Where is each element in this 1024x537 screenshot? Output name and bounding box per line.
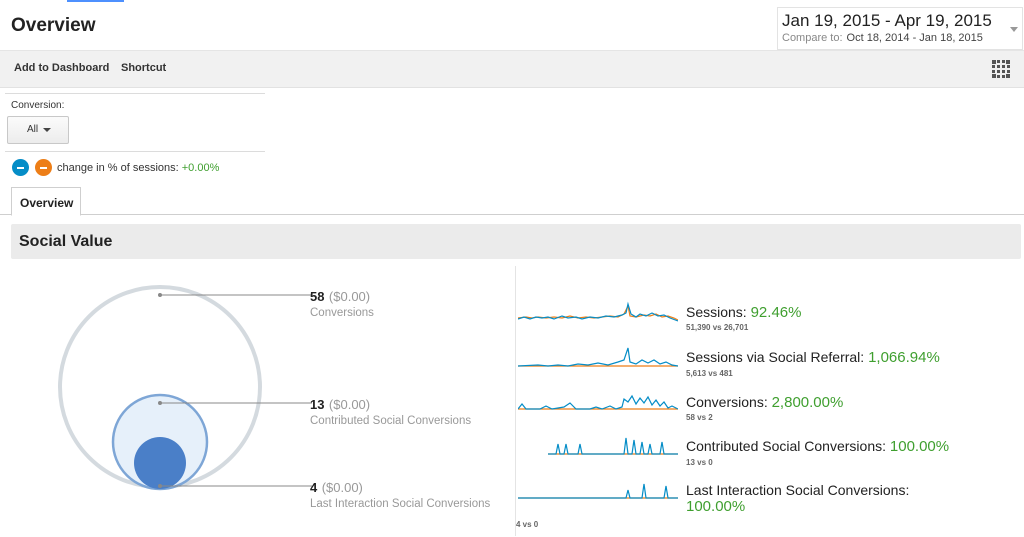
sparkline-conversions[interactable] — [518, 384, 678, 412]
sparkline-compare: 4 vs 0 — [516, 520, 539, 529]
segment-dot-compare[interactable] — [35, 159, 52, 176]
conversion-select[interactable]: All — [7, 116, 69, 144]
leader-dot — [158, 293, 162, 297]
sparkline-last-interaction[interactable] — [518, 474, 678, 502]
compare-range: Compare to: Oct 18, 2014 - Jan 18, 2015 — [782, 32, 983, 44]
sparkline-label: Sessions via Social Referral: 1,066.94% — [686, 349, 940, 366]
sparkline-pct: 92.46% — [750, 304, 802, 321]
leader-dot — [158, 401, 162, 405]
header-bar: Overview Jan 19, 2015 - Apr 19, 2015 Com… — [0, 0, 1024, 51]
compare-label: Compare to: — [782, 32, 843, 44]
conversion-filter: Conversion: All — [5, 93, 265, 152]
segment-change-text: change in % of sessions: +0.00% — [57, 162, 219, 174]
sparkline-label: Sessions: 92.46% — [686, 304, 801, 321]
tab-overview-label: Overview — [20, 196, 74, 210]
sparkline-compare: 13 vs 0 — [686, 458, 713, 467]
metric-label: Contributed Social Conversions — [310, 415, 472, 427]
metric-value: 58 — [310, 289, 325, 304]
shortcut-button[interactable]: Shortcut — [121, 62, 166, 74]
sparkline-label: Last Interaction Social Conversions: 100.… — [686, 482, 909, 515]
sparkline-pct: 1,066.94% — [868, 349, 940, 366]
metric-conversions: 58 ($0.00) Conversions — [310, 288, 374, 319]
segment-dot-primary[interactable] — [12, 159, 29, 176]
sparkline-compare: 58 vs 2 — [686, 413, 713, 422]
sparkline-name: Sessions via Social Referral: — [686, 349, 865, 365]
sparkline-pct: 100.00% — [686, 498, 746, 515]
sparkline-compare: 51,390 vs 26,701 — [686, 323, 749, 332]
sparkline-contributed[interactable] — [518, 430, 678, 458]
sparkline-name: Last Interaction Social Conversions: — [686, 482, 910, 498]
add-to-dashboard-button[interactable]: Add to Dashboard — [14, 62, 109, 74]
metric-value: 4 — [310, 480, 318, 495]
sparkline-label: Conversions: 2,800.00% — [686, 394, 843, 411]
section-title: Social Value — [19, 233, 113, 250]
metric-contributed: 13 ($0.00) Contributed Social Conversion… — [310, 396, 471, 427]
segment-change-value: +0.00% — [181, 162, 220, 174]
chevron-down-icon — [43, 128, 51, 132]
page-title: Overview — [11, 15, 96, 36]
metric-money: ($0.00) — [328, 397, 371, 412]
metric-value: 13 — [310, 397, 325, 412]
active-tab-indicator — [67, 0, 124, 2]
sparkline-compare: 5,613 vs 481 — [686, 369, 733, 378]
sparkline-name: Sessions: — [686, 304, 747, 320]
grid-icon[interactable] — [992, 60, 1010, 78]
sparkline-pct: 100.00% — [889, 438, 950, 455]
segment-row: change in % of sessions: +0.00% — [12, 159, 312, 177]
metric-money: ($0.00) — [328, 289, 371, 304]
metric-label: Last Interaction Social Conversions — [310, 498, 491, 510]
metric-money: ($0.00) — [321, 480, 363, 495]
metric-label: Conversions — [310, 307, 374, 319]
tab-divider — [0, 214, 1024, 215]
date-range: Jan 19, 2015 - Apr 19, 2015 — [782, 11, 992, 30]
segment-change-label: change in % of sessions: — [57, 162, 179, 174]
circle-last-interaction — [134, 437, 186, 489]
conversion-label: Conversion: — [11, 100, 65, 111]
sparkline-name: Conversions: — [686, 394, 768, 410]
tab-overview[interactable]: Overview — [11, 187, 81, 216]
sparkline-pct: 2,800.00% — [771, 394, 844, 411]
metric-last-interaction: 4 ($0.00) Last Interaction Social Conver… — [310, 479, 490, 510]
section-header: Social Value — [11, 224, 1021, 259]
sparkline-label: Contributed Social Conversions: 100.00% — [686, 438, 949, 455]
date-range-picker[interactable]: Jan 19, 2015 - Apr 19, 2015 Compare to: O… — [777, 7, 1023, 50]
leader-dot — [158, 484, 162, 488]
panel-divider — [515, 266, 516, 536]
conversion-select-value: All — [27, 124, 39, 135]
chevron-down-icon[interactable] — [1010, 27, 1018, 32]
sparkline-social-referral[interactable] — [518, 340, 678, 368]
compare-value: Oct 18, 2014 - Jan 18, 2015 — [846, 32, 983, 44]
sparkline-name: Contributed Social Conversions: — [686, 438, 886, 454]
sparkline-sessions[interactable] — [518, 296, 678, 324]
toolbar: Add to Dashboard Shortcut — [0, 51, 1024, 88]
